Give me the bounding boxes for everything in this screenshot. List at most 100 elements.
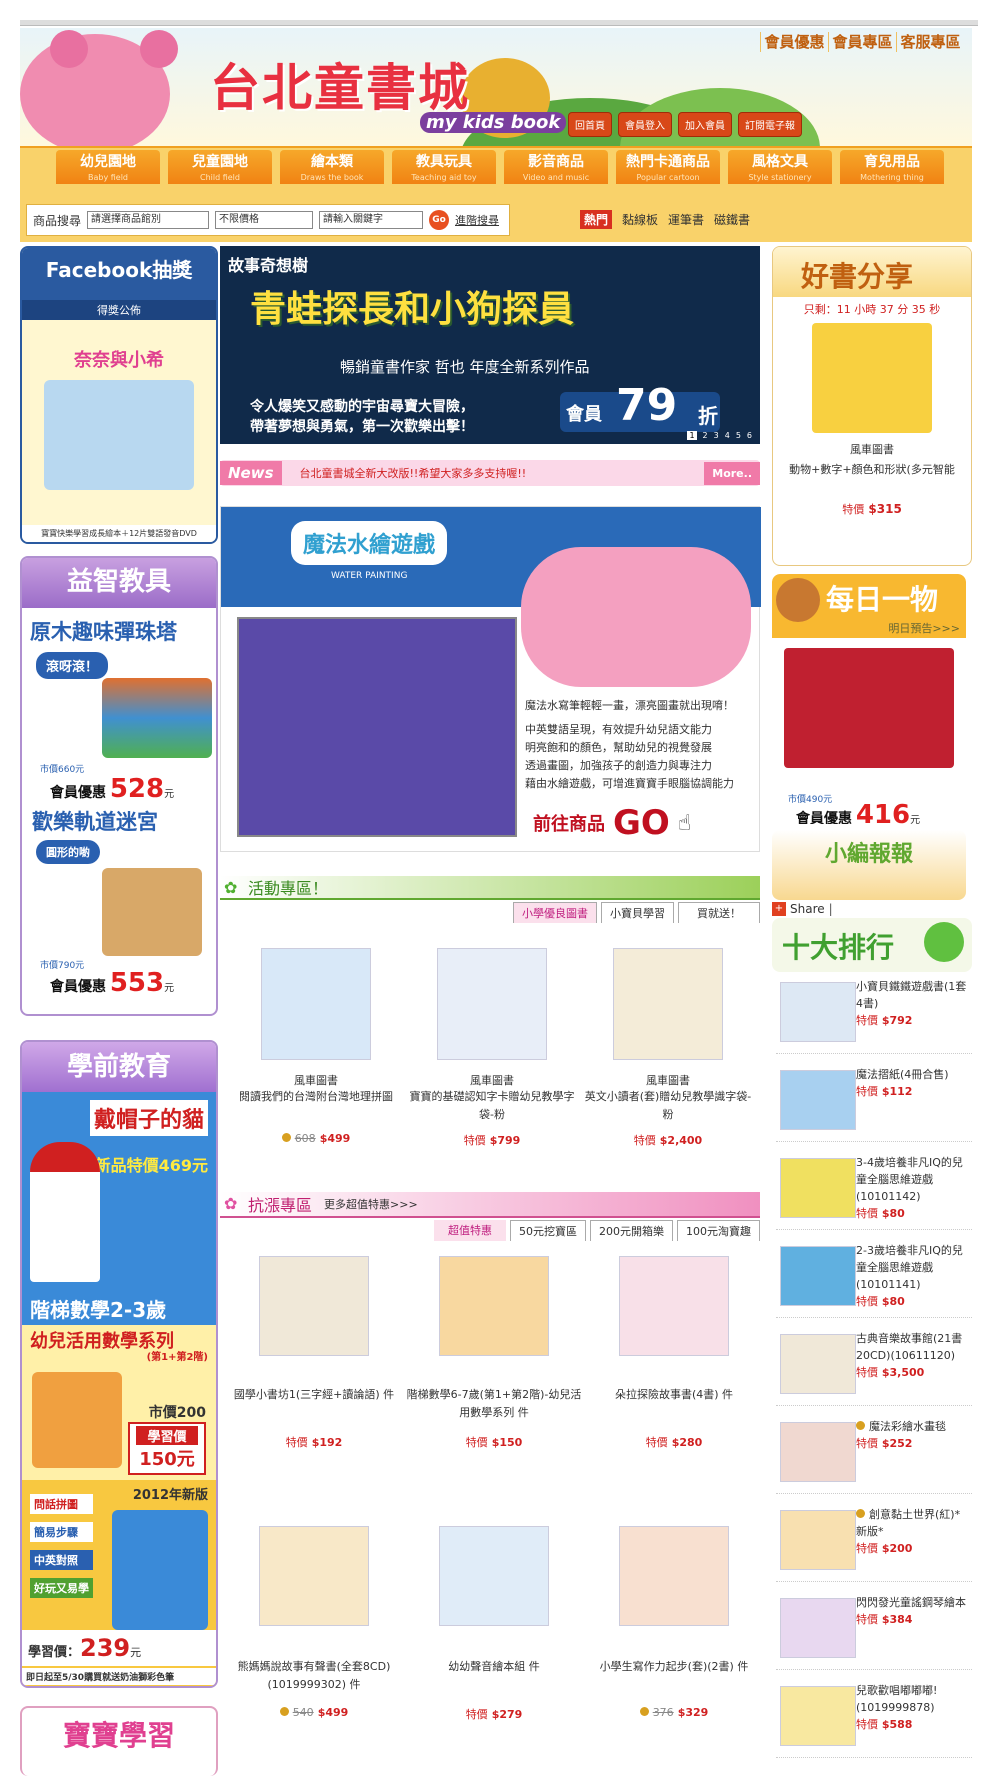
maze-title[interactable]: 歡樂軌道迷宮 bbox=[32, 806, 158, 836]
hero-banner[interactable]: 故事奇想樹 青蛙探長和小狗探員 暢銷童書作家 哲也 年度全新系列作品 令人爆笑又… bbox=[220, 246, 760, 444]
top10-item-4[interactable]: 2-3歲培養非凡IQ的兒童全腦思維遊戲(10101141) 特價 $80 bbox=[776, 1236, 972, 1318]
preschool-panel: 學前教育 戴帽子的貓 新品特價469元 階梯數學2-3歲 幼兒活用數學系列 (第… bbox=[20, 1040, 218, 1688]
product-image[interactable] bbox=[780, 1246, 856, 1306]
product-image[interactable] bbox=[780, 1334, 856, 1394]
product-image[interactable] bbox=[259, 1526, 369, 1626]
member-area-link[interactable]: 會員專區 bbox=[828, 32, 896, 52]
promo-go-link[interactable]: 前往商品 GO ☝ bbox=[533, 803, 691, 843]
cat-in-hat-banner[interactable]: 戴帽子的貓 新品特價469元 bbox=[22, 1092, 216, 1292]
top10-item-6[interactable]: 魔法彩繪水畫毯 特價 $252 bbox=[776, 1412, 972, 1494]
daily-item-image[interactable] bbox=[784, 648, 954, 768]
maze-image[interactable] bbox=[102, 868, 202, 956]
deal-product-5[interactable]: 幼幼聲音繪本組 件 特價 $279 bbox=[406, 1526, 582, 1722]
top10-item-2[interactable]: 魔法摺紙(4冊合售) 特價 $112 bbox=[776, 1060, 972, 1142]
ladder-math-learn-label: 學習價 bbox=[136, 1426, 198, 1445]
tab-100-hunt[interactable]: 100元淘寶趣 bbox=[677, 1220, 760, 1241]
share-button[interactable]: + Share | bbox=[772, 902, 833, 916]
home-button[interactable]: 回首頁 bbox=[568, 112, 612, 137]
product-image[interactable] bbox=[780, 1422, 856, 1482]
tab-buy-gift[interactable]: 買就送！ bbox=[678, 902, 760, 923]
good-book-image[interactable] bbox=[812, 323, 932, 433]
nav-stationery[interactable]: 風格文具 Style stationery bbox=[728, 150, 832, 188]
register-button[interactable]: 加入會員 bbox=[678, 112, 732, 137]
tab-50-treasure[interactable]: 50元挖寶區 bbox=[510, 1220, 586, 1241]
tab-baby-learning[interactable]: 小寶貝學習 bbox=[601, 902, 674, 923]
hero-page-5[interactable]: 5 bbox=[736, 431, 741, 440]
product-image[interactable] bbox=[439, 1256, 549, 1356]
deal-product-4[interactable]: 熊媽媽說故事有聲書(全套8CD)(1019999302) 件 540 $499 bbox=[226, 1526, 402, 1719]
hero-page-6[interactable]: 6 bbox=[747, 431, 752, 440]
marble-tower-image[interactable] bbox=[102, 678, 212, 758]
top10-item-7[interactable]: 創意黏土世界(紅)*新版* 特價 $200 bbox=[776, 1500, 972, 1582]
nav-teaching-toys[interactable]: 教具玩具 Teaching aid toy bbox=[392, 150, 496, 188]
deal-product-3[interactable]: 朵拉探險故事書(4書) 件 特價 $280 bbox=[586, 1256, 762, 1450]
ladder-math-banner[interactable]: 階梯數學2-3歲 幼兒活用數學系列 (第1+第2階) 市價200 學習價 150… bbox=[22, 1292, 216, 1480]
top10-item-8[interactable]: 閃閃發光童謠鋼琴繪本 特價 $384 bbox=[776, 1588, 972, 1670]
water-painting-promo[interactable]: 魔法水繪遊戲 WATER PAINTING 魔法水寫筆輕輕一畫，漂亮圖畫就出現唷… bbox=[220, 506, 761, 852]
news-text[interactable]: 台北童書城全新大改版!!希望大家多多支持喔!! bbox=[300, 465, 527, 481]
deal-product-2[interactable]: 階梯數學6-7歲(第1+第2階)-幼兒活用數學系列 件 特價 $150 bbox=[406, 1256, 582, 1450]
deal-product-1[interactable]: 國學小書坊1(三字經+讀論語) 件 特價 $192 bbox=[226, 1256, 402, 1450]
top10-item-1[interactable]: 小寶貝鐵鐵遊戲書(1套4書) 特價 $792 bbox=[776, 972, 972, 1054]
product-image[interactable] bbox=[261, 948, 371, 1060]
category-select[interactable]: 請選擇商品館別 bbox=[87, 211, 210, 229]
coin-icon bbox=[639, 1707, 649, 1716]
product-image[interactable] bbox=[619, 1256, 729, 1356]
product-image[interactable] bbox=[259, 1256, 369, 1356]
top10-item-5[interactable]: 古典音樂故事館(21書20CD)(10611120) 特價 $3,500 bbox=[776, 1324, 972, 1406]
marble-tower-title[interactable]: 原木趣味彈珠塔 bbox=[22, 608, 216, 646]
news-more-link[interactable]: More.. bbox=[704, 461, 760, 485]
activity-product-1[interactable]: 風車圖書 閱讀我們的台灣附台灣地理拼圖 608 $499 bbox=[232, 948, 400, 1145]
deal-more-link[interactable]: 更多超值特惠>>> bbox=[324, 1196, 418, 1212]
hero-page-4[interactable]: 4 bbox=[725, 431, 730, 440]
product-image[interactable] bbox=[780, 1598, 856, 1658]
nav-baby-field[interactable]: 幼兒園地 Baby field bbox=[56, 150, 160, 188]
product-image[interactable] bbox=[613, 948, 723, 1060]
good-book-name[interactable]: 動物+數字+顏色和形狀(多元智能 bbox=[773, 461, 971, 477]
hero-discount: 79 bbox=[616, 380, 678, 431]
deal-product-6[interactable]: 小學生寫作力起步(套)(2書) 件 376 $329 bbox=[586, 1526, 762, 1719]
facebook-lottery-panel[interactable]: Facebook抽獎 得獎公佈 奈奈與小希 寶寶快樂學習成長繪本＋12片雙語發音… bbox=[20, 246, 218, 544]
top10-item-3[interactable]: 3-4歲培養非凡IQ的兒童全腦思維遊戲(10101142) 特價 $80 bbox=[776, 1148, 972, 1230]
product-image[interactable] bbox=[780, 1510, 856, 1570]
nav-video-music[interactable]: 影音商品 Video and music bbox=[504, 150, 608, 188]
login-button[interactable]: 會員登入 bbox=[618, 112, 672, 137]
top10-item-9[interactable]: 兒歌歡唱嘟嘟嘟!(1019999878) 特價 $588 bbox=[776, 1676, 972, 1758]
hot-term-2[interactable]: 運筆書 bbox=[668, 211, 704, 228]
tomorrow-preview-link[interactable]: 明日預告>>> bbox=[888, 620, 960, 636]
site-logo[interactable]: 台北童書城 bbox=[210, 48, 470, 120]
countdown: 只剩：11 小時 37 分 35 秒 bbox=[803, 303, 941, 316]
tab-200-unbox[interactable]: 200元開箱樂 bbox=[590, 1220, 673, 1241]
car-book-banner[interactable]: 2012年新版 問話拼圖 簡易步驟 中英對照 好玩又易學 學習價：239元 即日… bbox=[22, 1480, 216, 1686]
hero-page-3[interactable]: 3 bbox=[714, 431, 719, 440]
member-offer-link[interactable]: 會員優惠 bbox=[760, 32, 828, 52]
editor-report-panel[interactable]: 小編報報 bbox=[772, 830, 966, 900]
product-image[interactable] bbox=[780, 982, 856, 1042]
product-image[interactable] bbox=[780, 1686, 856, 1746]
product-image[interactable] bbox=[780, 1158, 856, 1218]
advanced-search-link[interactable]: 進階搜尋 bbox=[455, 212, 499, 228]
nav-picture-books[interactable]: 繪本類 Draws the book bbox=[280, 150, 384, 188]
promo-line-5: 藉由水繪遊戲，可增進寶寶手眼腦協調能力 bbox=[525, 777, 734, 790]
search-go-button[interactable]: Go bbox=[429, 210, 450, 230]
activity-product-2[interactable]: 風車圖書 寶寶的基礎認知字卡贈幼兒教學字袋-粉 特價 $799 bbox=[408, 948, 576, 1148]
price-select[interactable]: 不限價格 bbox=[215, 211, 314, 229]
nav-parenting[interactable]: 育兒用品 Mothering thing bbox=[840, 150, 944, 188]
product-image[interactable] bbox=[439, 1526, 549, 1626]
nav-child-field[interactable]: 兒童園地 Child field bbox=[168, 150, 272, 188]
nav-cartoon[interactable]: 熱門卡通商品 Popular cartoon bbox=[616, 150, 720, 188]
hot-term-1[interactable]: 黏線板 bbox=[622, 211, 658, 228]
hero-page-1[interactable]: 1 bbox=[687, 431, 697, 440]
product-image[interactable] bbox=[437, 948, 547, 1060]
keyword-input[interactable]: 請輸入關鍵字 bbox=[319, 211, 424, 229]
tab-primary-books[interactable]: 小學優良圖書 bbox=[513, 902, 597, 923]
tab-super-deal[interactable]: 超值特惠 bbox=[434, 1220, 506, 1241]
product-image[interactable] bbox=[619, 1526, 729, 1626]
winner-announcement[interactable]: 得獎公佈 bbox=[22, 300, 216, 320]
hero-page-2[interactable]: 2 bbox=[703, 431, 708, 440]
customer-service-link[interactable]: 客服專區 bbox=[896, 32, 964, 52]
hot-term-3[interactable]: 磁鐵書 bbox=[714, 211, 750, 228]
activity-product-3[interactable]: 風車圖書 英文小讀者(套)贈幼兒教學識字袋-粉 特價 $2,400 bbox=[584, 948, 752, 1148]
product-image[interactable] bbox=[780, 1070, 856, 1130]
newsletter-button[interactable]: 訂閱電子報 bbox=[738, 112, 802, 137]
